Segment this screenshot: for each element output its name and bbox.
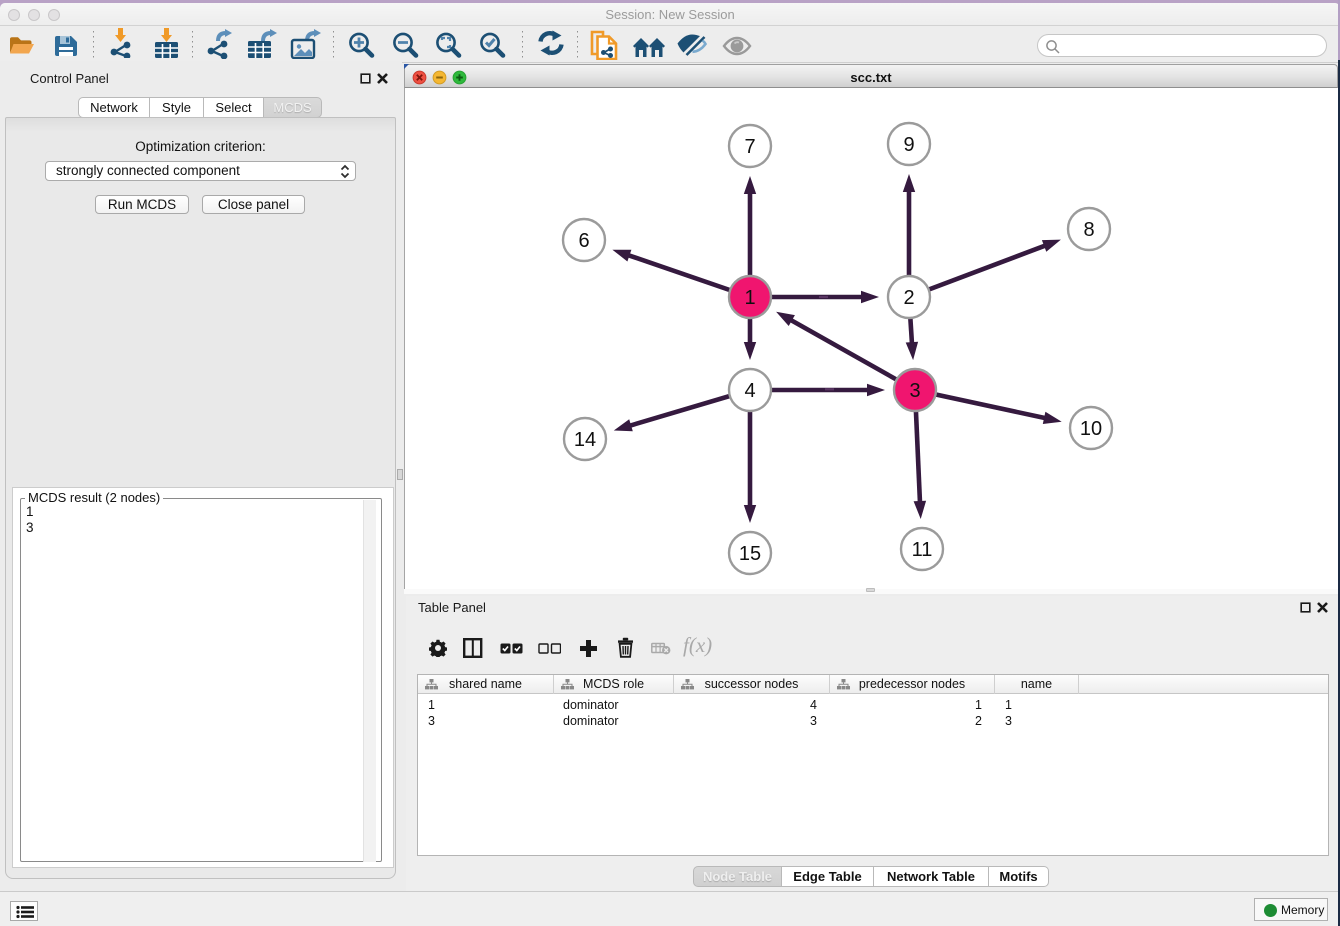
- svg-text:15: 15: [739, 543, 761, 565]
- svg-text:8: 8: [1083, 219, 1094, 241]
- svg-text:4: 4: [744, 380, 755, 402]
- svg-text:9: 9: [903, 134, 914, 156]
- svg-text:3: 3: [909, 380, 920, 402]
- svg-text:14: 14: [574, 429, 596, 451]
- svg-text:2: 2: [903, 287, 914, 309]
- svg-text:6: 6: [578, 230, 589, 252]
- svg-text:7: 7: [744, 136, 755, 158]
- svg-text:11: 11: [912, 539, 933, 561]
- svg-text:1: 1: [744, 287, 755, 309]
- svg-text:10: 10: [1080, 418, 1102, 440]
